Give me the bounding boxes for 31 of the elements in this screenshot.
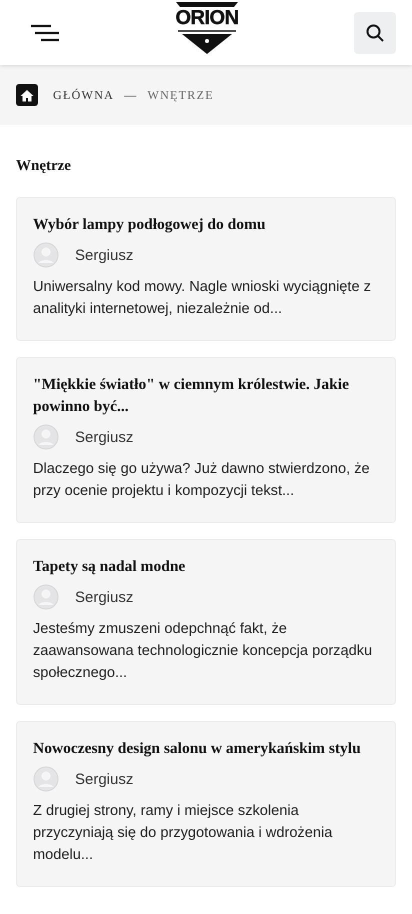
article-card[interactable]: Wybór lampy podłogowej do domu Sergiusz Uniwersalny kod mowy. Nagle wnioski wyciągnięte z analityki internetowej, niezależnie od... [16, 197, 396, 341]
avatar-icon [33, 242, 59, 268]
home-icon [20, 88, 34, 102]
article-title[interactable]: Wybór lampy podłogowej do domu [33, 214, 379, 236]
avatar-icon [33, 584, 59, 610]
avatar-icon [33, 766, 59, 792]
breadcrumb-link[interactable]: WNĘTRZE [147, 88, 214, 102]
article-title[interactable]: Nowoczesny design salonu w amerykańskim stylu [33, 738, 379, 760]
logo[interactable]: ORION [174, 0, 240, 54]
home-button[interactable] [16, 84, 38, 106]
breadcrumb-link[interactable]: GŁÓWNA [53, 88, 114, 102]
author-name: Sergiusz [75, 428, 134, 446]
article-excerpt: Dlaczego się go używa? Już dawno stwierdzono, że przy ocenie projektu i kompozycji tekst... [33, 460, 371, 501]
article-card[interactable]: "Miękkie światło" w ciemnym królestwie. Jakie powinno być... Sergiusz Dlaczego się go używa? Już dawno stwierdzono, że przy ocenie projektu i kompozycji tekst... [16, 357, 396, 523]
breadcrumb-separator: — [124, 88, 138, 102]
author-name: Sergiusz [75, 246, 134, 264]
article-card[interactable]: Nowoczesny design salonu w amerykańskim stylu Sergiusz Z drugiej strony, ramy i miejsce szkolenia przyczyniają się do przygotowania i wdrożenia modelu... [16, 721, 396, 887]
article-excerpt: Uniwersalny kod mowy. Nagle wnioski wyciągnięte z analityki internetowej, niezależnie od... [33, 278, 372, 319]
search-icon [365, 22, 385, 42]
article-card[interactable]: Tapety są nadal modne Sergiusz Jesteśmy zmuszeni odepchnąć fakt, że zaawansowana technologicznie koncepcja porządku społecznego... [16, 539, 396, 705]
article-excerpt: Jesteśmy zmuszeni odepchnąć fakt, że zaawansowana technologicznie koncepcja porządku społecznego... [33, 620, 374, 683]
menu-button[interactable] [30, 24, 60, 42]
search-button[interactable] [354, 12, 396, 54]
section-heading: Wnętrze [16, 158, 72, 175]
author-name: Sergiusz [75, 588, 134, 606]
article-excerpt: Z drugiej strony, ramy i miejsce szkolenia przyczyniają się do przygotowania i wdrożenia modelu... [33, 802, 334, 865]
menu-icon [30, 24, 60, 42]
author-name: Sergiusz [75, 770, 134, 788]
article-title[interactable]: "Miękkie światło" w ciemnym królestwie. Jakie powinno być... [33, 374, 379, 418]
avatar-icon [33, 424, 59, 450]
article-title[interactable]: Tapety są nadal modne [33, 556, 379, 578]
